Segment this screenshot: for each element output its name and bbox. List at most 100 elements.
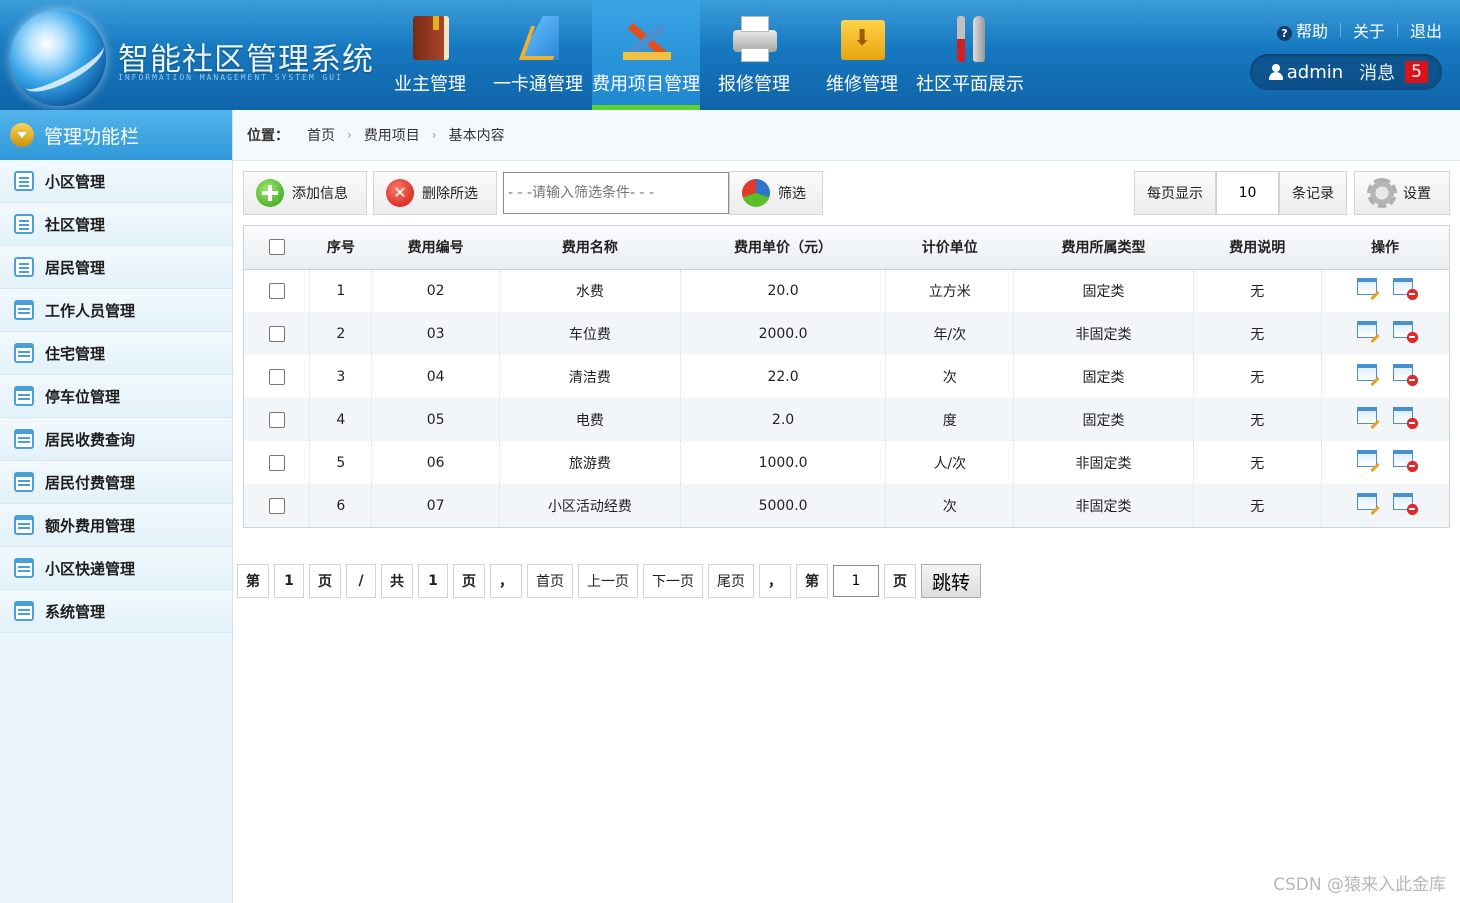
filter-button[interactable]: 筛选: [729, 171, 823, 215]
delete-selected-button[interactable]: ✕ 删除所选: [373, 171, 497, 215]
delete-icon[interactable]: [1393, 493, 1419, 515]
tools-icon: [619, 12, 673, 66]
cell-price: 5000.0: [680, 484, 887, 527]
sidebar-item-fee-query[interactable]: 居民收费查询: [0, 418, 232, 461]
nav-item-repair-report[interactable]: 报修管理: [700, 0, 808, 110]
per-page-input[interactable]: [1216, 171, 1279, 215]
cell-type: 固定类: [1013, 355, 1194, 398]
filter-input[interactable]: [503, 172, 729, 214]
table-row: 6 07 小区活动经费 5000.0 次 非固定类 无: [244, 484, 1449, 527]
row-checkbox[interactable]: [268, 325, 285, 342]
cell-type: 固定类: [1013, 269, 1194, 312]
sidebar-header[interactable]: 管理功能栏: [0, 110, 232, 160]
cell-price: 1000.0: [680, 441, 887, 484]
cell-unit: 度: [885, 398, 1015, 441]
sidebar-item-community[interactable]: 社区管理: [0, 203, 232, 246]
nav-item-card[interactable]: 一卡通管理: [484, 0, 592, 110]
pager-text: 共: [381, 564, 413, 598]
settings-button[interactable]: 设置: [1354, 171, 1450, 215]
toolbar: 添加信息 ✕ 删除所选 筛选 每页显示 条记录 设置: [243, 171, 1450, 215]
edit-icon[interactable]: [1357, 278, 1378, 296]
row-checkbox[interactable]: [268, 368, 285, 385]
messages-badge[interactable]: 5: [1405, 61, 1428, 83]
delete-icon[interactable]: [1393, 364, 1419, 386]
cell-unit: 次: [885, 484, 1015, 527]
cell-code: 04: [371, 355, 501, 398]
add-button[interactable]: 添加信息: [243, 171, 367, 215]
cell-name: 电费: [499, 398, 681, 441]
table-row: 1 02 水费 20.0 立方米 固定类 无: [244, 269, 1449, 312]
delete-icon[interactable]: [1393, 321, 1419, 343]
breadcrumb: 位置： 首页 › 费用项目 › 基本内容: [233, 110, 1460, 161]
sidebar-item-system[interactable]: 系统管理: [0, 590, 232, 633]
row-checkbox[interactable]: [268, 454, 285, 471]
cell-code: 06: [371, 441, 501, 484]
sidebar-item-estate[interactable]: 小区管理: [0, 160, 232, 203]
nav-item-community-map[interactable]: 社区平面展示: [916, 0, 1024, 110]
logout-link[interactable]: 退出: [1410, 18, 1442, 42]
cell-code: 02: [371, 269, 501, 312]
row-checkbox[interactable]: [268, 411, 285, 428]
breadcrumb-label: 位置：: [247, 128, 289, 144]
table-row: 2 03 车位费 2000.0 年/次 非固定类 无: [244, 312, 1449, 355]
cell-note: 无: [1193, 484, 1322, 527]
edit-icon[interactable]: [1357, 450, 1378, 467]
cell-name: 小区活动经费: [499, 484, 681, 527]
breadcrumb-fee-items[interactable]: 费用项目: [364, 125, 420, 145]
calendar-icon: [14, 601, 34, 621]
nav-item-maintenance[interactable]: 维修管理: [808, 0, 916, 110]
cell-unit: 次: [885, 355, 1015, 398]
list-icon: [14, 171, 34, 191]
delete-icon[interactable]: [1393, 278, 1419, 301]
sidebar-item-payment[interactable]: 居民付费管理: [0, 461, 232, 504]
sidebar: 管理功能栏 小区管理 社区管理 居民管理 工作人员管理 住宅管理 停车位管理 居…: [0, 110, 233, 903]
row-checkbox[interactable]: [268, 497, 285, 514]
about-link[interactable]: 关于: [1353, 18, 1385, 42]
edit-icon: [14, 257, 34, 277]
pager-text: 页: [309, 564, 341, 598]
breadcrumb-home[interactable]: 首页: [307, 125, 335, 145]
sidebar-item-parking[interactable]: 停车位管理: [0, 375, 232, 418]
sidebar-title: 管理功能栏: [44, 125, 140, 148]
delete-icon[interactable]: [1393, 450, 1419, 472]
calendar-icon: [14, 472, 34, 492]
row-checkbox[interactable]: [268, 282, 285, 299]
edit-icon[interactable]: [1357, 407, 1378, 424]
col-header: 费用编号: [371, 226, 500, 270]
delete-icon[interactable]: [1393, 407, 1419, 429]
first-page-button[interactable]: 首页: [527, 564, 573, 598]
pager-text: 第: [796, 564, 828, 598]
cell-price: 20.0: [680, 269, 887, 312]
cell-index: 6: [309, 484, 373, 527]
cell-name: 清洁费: [499, 355, 681, 398]
cell-code: 03: [371, 312, 501, 355]
nav-item-fee[interactable]: 费用项目管理: [592, 0, 700, 110]
prev-page-button[interactable]: 上一页: [578, 564, 638, 598]
sidebar-item-residents[interactable]: 居民管理: [0, 246, 232, 289]
user-icon: [1268, 64, 1283, 80]
jump-page-input[interactable]: [833, 565, 879, 597]
edit-icon[interactable]: [1357, 364, 1378, 381]
last-page-button[interactable]: 尾页: [708, 564, 754, 598]
jump-button[interactable]: 跳转: [921, 564, 982, 598]
messages-link[interactable]: 消息: [1359, 59, 1395, 85]
sidebar-item-housing[interactable]: 住宅管理: [0, 332, 232, 375]
help-link[interactable]: ? 帮助: [1276, 18, 1328, 42]
next-page-button[interactable]: 下一页: [643, 564, 703, 598]
header-right: ? 帮助 关于 退出 admin 消息 5: [1242, 18, 1442, 90]
nav-item-owner[interactable]: 业主管理: [376, 0, 484, 110]
sidebar-item-staff[interactable]: 工作人员管理: [0, 289, 232, 332]
select-all-checkbox[interactable]: [268, 239, 285, 256]
gear-icon: [1367, 178, 1397, 208]
col-header: 费用名称: [499, 226, 681, 270]
username[interactable]: admin: [1287, 62, 1343, 83]
cell-unit: 立方米: [885, 269, 1015, 312]
edit-icon[interactable]: [1357, 493, 1378, 510]
chevron-down-icon: [10, 123, 34, 147]
sidebar-item-express[interactable]: 小区快递管理: [0, 547, 232, 590]
calendar-icon: [14, 515, 34, 535]
close-icon: ✕: [386, 179, 414, 207]
cell-type: 非固定类: [1013, 312, 1194, 355]
edit-icon[interactable]: [1357, 321, 1378, 338]
sidebar-item-extra-fees[interactable]: 额外费用管理: [0, 504, 232, 547]
